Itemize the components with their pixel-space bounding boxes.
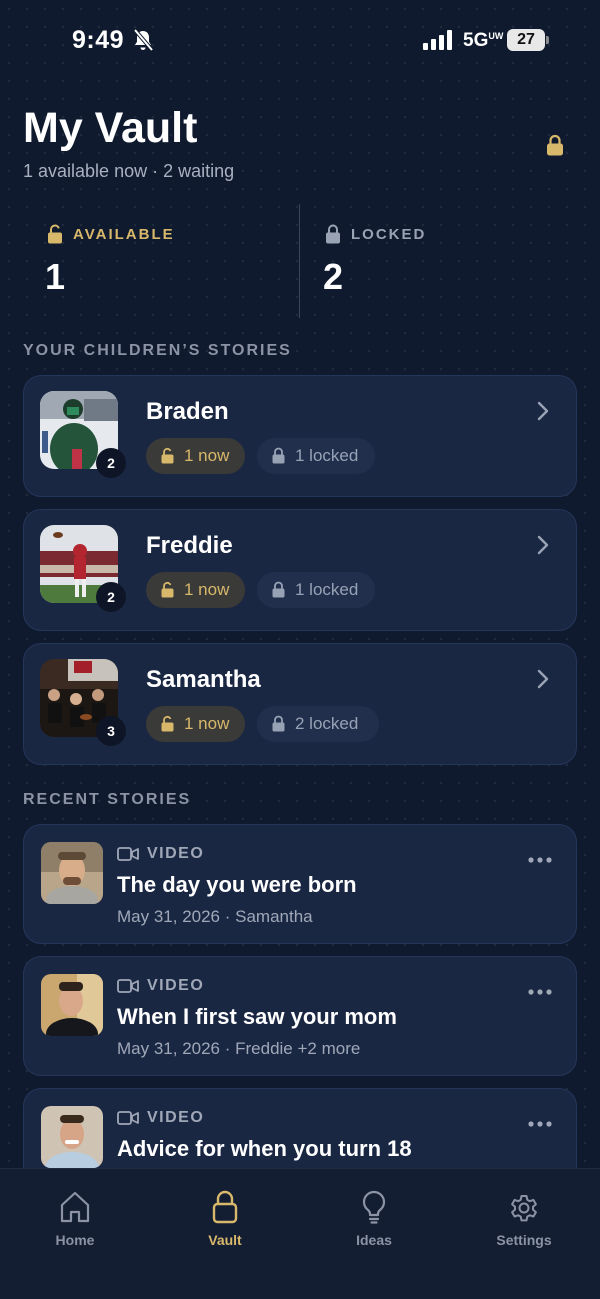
chevron-right-icon bbox=[537, 669, 549, 689]
gear-icon bbox=[511, 1195, 537, 1222]
video-icon bbox=[117, 979, 139, 993]
lock-icon bbox=[272, 715, 285, 732]
lock-icon bbox=[326, 224, 340, 244]
lock-icon bbox=[272, 447, 285, 464]
story-type: VIDEO bbox=[117, 845, 204, 863]
pill-label: 1 now bbox=[184, 446, 230, 465]
children-section-label: YOUR CHILDREN’S STORIES bbox=[23, 342, 292, 359]
story-thumbnail bbox=[41, 1106, 103, 1168]
story-type-label: VIDEO bbox=[147, 1109, 205, 1126]
chevron-right-icon bbox=[537, 535, 549, 555]
locked-pill[interactable]: 1 locked bbox=[257, 438, 375, 474]
battery-icon: 27 bbox=[507, 29, 549, 51]
stats-divider bbox=[299, 204, 300, 318]
child-card-braden[interactable]: 2 Braden 1 now 1 locked bbox=[23, 375, 577, 497]
story-meta: May 31, 2026 · Freddie +2 more bbox=[117, 1039, 361, 1058]
story-type: VIDEO bbox=[117, 977, 204, 995]
child-name: Braden bbox=[146, 398, 229, 425]
tab-home[interactable]: Home bbox=[20, 1187, 130, 1257]
story-meta: May 31, 2026 · Samantha bbox=[117, 907, 313, 926]
vault-stats: AVAILABLE 1 LOCKED 2 bbox=[0, 200, 600, 320]
locked-label: LOCKED bbox=[351, 226, 427, 243]
locked-pill[interactable]: 1 locked bbox=[257, 572, 375, 608]
pill-label: 1 locked bbox=[295, 446, 359, 465]
chevron-right-icon bbox=[537, 401, 549, 421]
battery-level: 27 bbox=[507, 29, 545, 51]
lightbulb-icon bbox=[362, 1190, 386, 1224]
pill-label: 1 locked bbox=[295, 580, 359, 599]
unlock-icon bbox=[161, 447, 174, 464]
tab-settings[interactable]: Settings bbox=[469, 1187, 579, 1257]
tab-label: Vault bbox=[208, 1232, 242, 1248]
more-icon[interactable] bbox=[527, 985, 553, 999]
network-type: 5GUW bbox=[463, 30, 504, 51]
child-card-samantha[interactable]: 3 Samantha 1 now 2 locked bbox=[23, 643, 577, 765]
video-icon bbox=[117, 1111, 139, 1125]
available-label: AVAILABLE bbox=[73, 226, 175, 243]
more-icon[interactable] bbox=[527, 1117, 553, 1131]
available-count: 1 bbox=[45, 256, 66, 297]
unlock-icon bbox=[161, 715, 174, 732]
lock-icon bbox=[272, 581, 285, 598]
story-title: The day you were born bbox=[117, 872, 357, 897]
pill-label: 1 now bbox=[184, 580, 230, 599]
unlock-icon bbox=[48, 224, 62, 244]
available-now-pill[interactable]: 1 now bbox=[146, 572, 245, 608]
story-type: VIDEO bbox=[117, 1109, 204, 1127]
tab-bar: Home Vault Ideas Settings bbox=[0, 1168, 600, 1299]
story-count-badge: 2 bbox=[96, 582, 126, 612]
page-subtitle: 1 available now · 2 waiting bbox=[23, 161, 235, 181]
story-thumbnail bbox=[41, 842, 103, 904]
child-name: Freddie bbox=[146, 532, 233, 559]
story-count-badge: 3 bbox=[96, 716, 126, 746]
available-now-pill[interactable]: 1 now bbox=[146, 706, 245, 742]
story-title: When I first saw your mom bbox=[117, 1004, 397, 1029]
status-bar: 9:49 5GUW 27 bbox=[0, 0, 600, 80]
tab-ideas[interactable]: Ideas bbox=[319, 1187, 429, 1257]
child-card-freddie[interactable]: 2 Freddie 1 now 1 locked bbox=[23, 509, 577, 631]
story-card[interactable]: VIDEO When I first saw your mom May 31, … bbox=[23, 956, 577, 1076]
locked-count: 2 bbox=[323, 256, 344, 297]
story-type-label: VIDEO bbox=[147, 977, 205, 994]
tab-label: Settings bbox=[496, 1232, 552, 1248]
bell-muted-icon bbox=[133, 28, 154, 52]
tab-label: Ideas bbox=[356, 1232, 392, 1248]
tab-label: Home bbox=[55, 1232, 95, 1248]
status-time: 9:49 bbox=[72, 26, 125, 54]
child-name: Samantha bbox=[146, 666, 261, 693]
lock-icon[interactable] bbox=[546, 134, 564, 156]
pill-label: 2 locked bbox=[295, 714, 359, 733]
pill-label: 1 now bbox=[184, 714, 230, 733]
lock-icon bbox=[212, 1190, 238, 1224]
unlock-icon bbox=[161, 581, 174, 598]
home-icon bbox=[60, 1191, 90, 1223]
video-icon bbox=[117, 847, 139, 861]
story-type-label: VIDEO bbox=[147, 845, 205, 862]
tab-vault[interactable]: Vault bbox=[170, 1187, 280, 1257]
story-title: Advice for when you turn 18 bbox=[117, 1136, 412, 1161]
signal-icon bbox=[423, 30, 452, 50]
story-count-badge: 2 bbox=[96, 448, 126, 478]
story-thumbnail bbox=[41, 974, 103, 1036]
story-card[interactable]: VIDEO The day you were born May 31, 2026… bbox=[23, 824, 577, 944]
locked-pill[interactable]: 2 locked bbox=[257, 706, 379, 742]
available-now-pill[interactable]: 1 now bbox=[146, 438, 245, 474]
recent-section-label: RECENT STORIES bbox=[23, 791, 192, 808]
page-title: My Vault bbox=[23, 104, 198, 152]
more-icon[interactable] bbox=[527, 853, 553, 867]
